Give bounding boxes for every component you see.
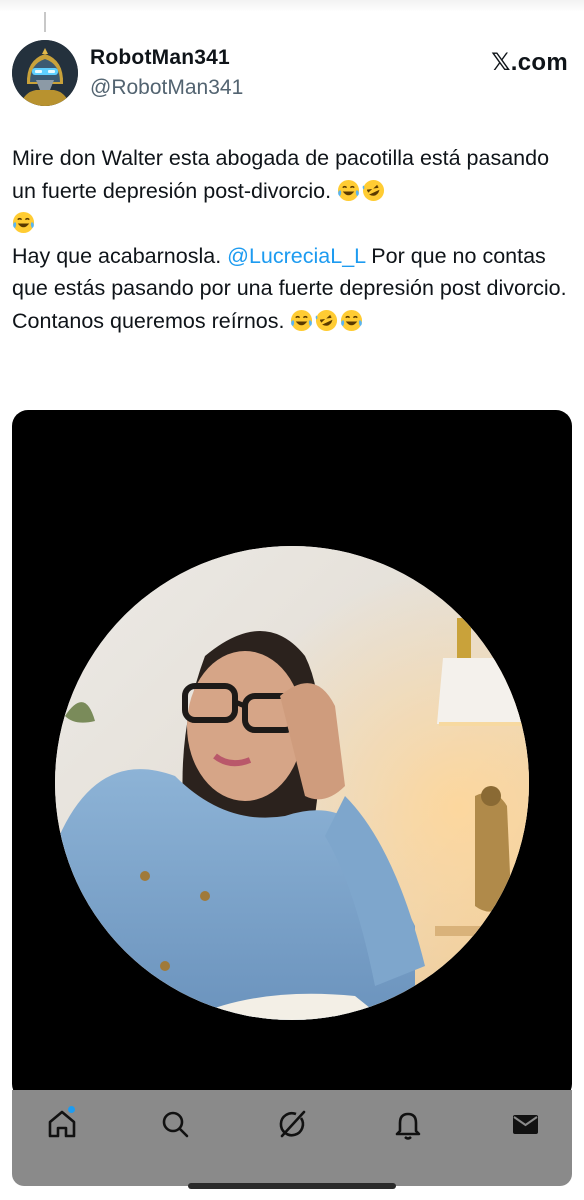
tweet-text-part-1: Mire don Walter esta abogada de pacotill… [12,146,556,203]
tweet-text: Mire don Walter esta abogada de pacotill… [12,142,567,337]
display-name[interactable]: RobotMan341 [90,46,230,70]
rolling-laughing-emoji-icon [316,309,338,331]
portrait-illustration [55,546,529,1020]
messages-icon[interactable] [505,1104,545,1144]
tears-of-joy-emoji-icon [338,179,360,201]
robot-avatar-icon [12,40,78,106]
top-edge [0,0,584,12]
x-brand-label: 𝕏.com [491,49,568,76]
tweet-media[interactable] [12,410,572,1100]
tears-of-joy-emoji-icon [341,309,363,331]
search-icon[interactable] [155,1104,195,1144]
home-icon[interactable] [42,1104,82,1144]
bottom-tab-bar [12,1090,572,1186]
unread-indicator [68,1106,75,1113]
notifications-icon[interactable] [388,1104,428,1144]
mention-link[interactable]: @LucreciaL_L [227,244,365,268]
tears-of-joy-emoji-icon [291,309,313,331]
tweet-screenshot: RobotMan341 @RobotMan341 𝕏.com Mire don … [0,0,584,1200]
user-handle[interactable]: @RobotMan341 [90,76,243,100]
grok-icon[interactable] [272,1104,312,1144]
avatar[interactable] [12,40,78,106]
circular-portrait-photo [55,546,529,1020]
rolling-laughing-emoji-icon [362,179,385,201]
home-indicator [188,1183,396,1189]
tweet-header: RobotMan341 @RobotMan341 𝕏.com [12,40,572,106]
tweet-text-part-2: Hay que acabarnosla. [12,243,228,268]
tears-of-joy-emoji-icon [12,211,35,234]
thread-line [44,12,46,32]
